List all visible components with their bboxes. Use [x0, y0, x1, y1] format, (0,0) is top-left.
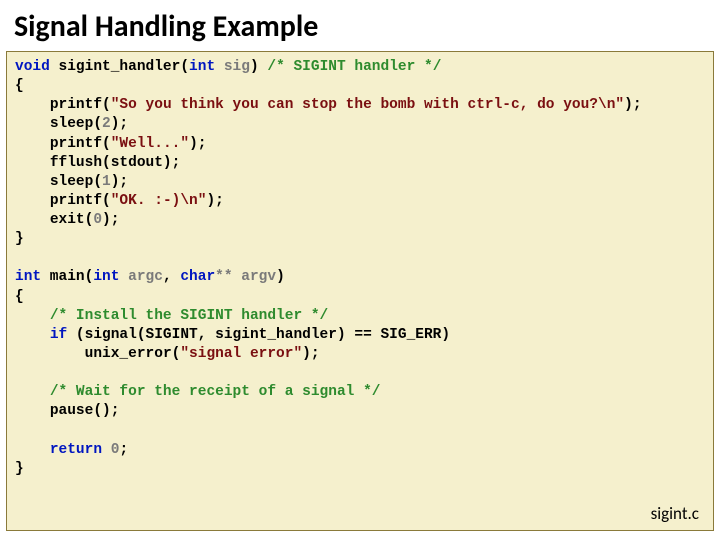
indent: [15, 212, 50, 228]
paren: ): [250, 59, 267, 75]
indent: [15, 308, 50, 324]
brace: {: [15, 78, 24, 94]
semi: );: [624, 97, 641, 113]
fn-sleep: sleep(: [50, 174, 102, 190]
kw-char: char: [180, 269, 215, 285]
fn-unix-error: unix_error(: [85, 346, 181, 362]
slide-title: Signal Handling Example: [0, 0, 720, 51]
semi: );: [111, 174, 128, 190]
num: 0: [93, 212, 102, 228]
arg-argc: argc: [119, 269, 163, 285]
filename-label: sigint.c: [651, 503, 699, 524]
indent: [15, 193, 50, 209]
indent: [15, 442, 50, 458]
num: 1: [102, 174, 111, 190]
indent: [15, 97, 50, 113]
indent: [15, 346, 85, 362]
comment: /* Wait for the receipt of a signal */: [50, 384, 381, 400]
paren: (: [180, 59, 189, 75]
string: "OK. :-)\n": [111, 193, 207, 209]
indent: [15, 136, 50, 152]
string: "Well...": [111, 136, 189, 152]
kw-return: return: [50, 442, 111, 458]
string: "signal error": [180, 346, 302, 362]
string: "So you think you can stop the bomb with…: [111, 97, 624, 113]
fn-sleep: sleep(: [50, 116, 102, 132]
semi: ;: [119, 442, 128, 458]
arg-sig: sig: [215, 59, 250, 75]
brace: }: [15, 461, 32, 477]
kw-if: if: [50, 327, 76, 343]
indent: [15, 403, 50, 419]
indent: [15, 174, 50, 190]
code-listing: void sigint_handler(int sig) /* SIGINT h…: [15, 58, 705, 479]
num: 2: [102, 116, 111, 132]
indent: [15, 155, 50, 171]
arg-argv: ** argv: [215, 269, 276, 285]
fn-pause: pause();: [50, 403, 120, 419]
fn-printf: printf(: [50, 193, 111, 209]
indent: [15, 327, 50, 343]
brace: {: [15, 289, 24, 305]
fn-exit: exit(: [50, 212, 94, 228]
semi: );: [302, 346, 319, 362]
indent: [15, 116, 50, 132]
cond: (signal(SIGINT, sigint_handler) == SIG_E…: [76, 327, 450, 343]
code-box: void sigint_handler(int sig) /* SIGINT h…: [6, 51, 714, 531]
comment: /* SIGINT handler */: [267, 59, 441, 75]
semi: );: [102, 212, 119, 228]
paren: ): [276, 269, 285, 285]
kw-int: int: [15, 269, 41, 285]
comment: /* Install the SIGINT handler */: [50, 308, 328, 324]
comma: ,: [163, 269, 180, 285]
fn-fflush: fflush(stdout);: [50, 155, 181, 171]
fn-printf: printf(: [50, 136, 111, 152]
fn-sigint-handler: sigint_handler: [50, 59, 181, 75]
kw-int: int: [93, 269, 119, 285]
kw-void: void: [15, 59, 50, 75]
kw-int: int: [189, 59, 215, 75]
semi: );: [189, 136, 206, 152]
fn-printf: printf(: [50, 97, 111, 113]
brace: }: [15, 231, 24, 247]
semi: );: [206, 193, 223, 209]
fn-main: main: [41, 269, 85, 285]
semi: );: [111, 116, 128, 132]
indent: [15, 384, 50, 400]
